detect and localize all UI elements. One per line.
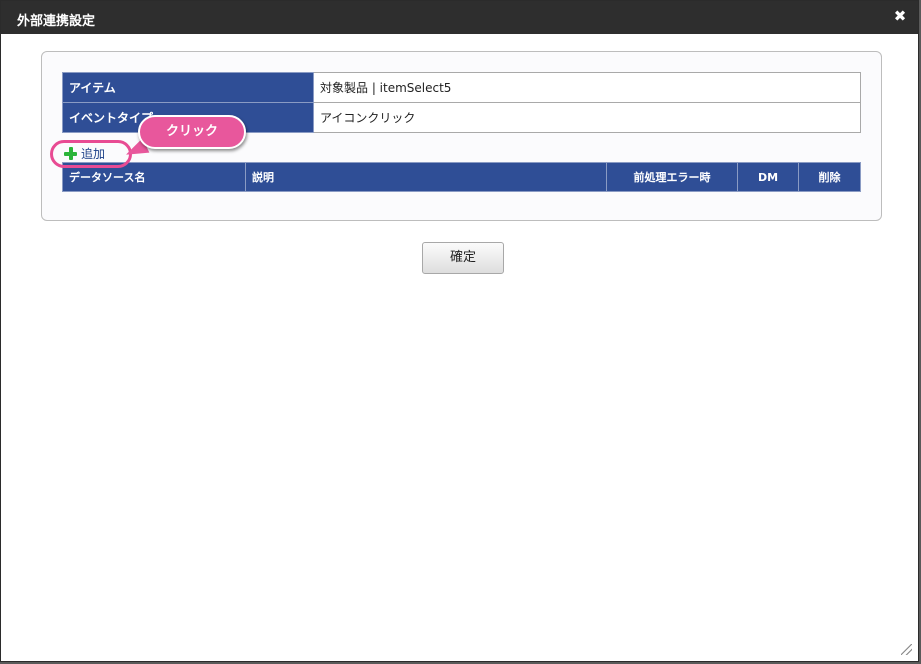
plus-icon bbox=[64, 147, 77, 160]
close-icon[interactable]: ✖ bbox=[891, 7, 909, 25]
datasource-table-header: データソース名 説明 前処理エラー時 DM 削除 bbox=[62, 162, 861, 192]
resize-grip-icon[interactable] bbox=[901, 644, 912, 655]
property-label: アイテム bbox=[62, 72, 314, 103]
column-header-description: 説明 bbox=[245, 162, 607, 192]
datasource-table: データソース名 説明 前処理エラー時 DM 削除 bbox=[62, 162, 861, 192]
property-value: アイコンクリック bbox=[313, 102, 861, 133]
click-callout: クリック bbox=[138, 115, 246, 149]
external-integration-dialog: 外部連携設定 ✖ アイテム 対象製品 | itemSelect5 イベントタイプ… bbox=[0, 0, 919, 662]
dialog-title: 外部連携設定 bbox=[17, 14, 96, 29]
property-row-item: アイテム 対象製品 | itemSelect5 bbox=[62, 72, 861, 103]
column-header-preprocess-error: 前処理エラー時 bbox=[606, 162, 738, 192]
column-header-delete: 削除 bbox=[798, 162, 861, 192]
confirm-button[interactable]: 確定 bbox=[422, 242, 504, 274]
dialog-titlebar[interactable]: 外部連携設定 ✖ bbox=[1, 1, 918, 34]
settings-panel: アイテム 対象製品 | itemSelect5 イベントタイプ アイコンクリック… bbox=[41, 51, 882, 221]
column-header-dm: DM bbox=[737, 162, 799, 192]
property-value: 対象製品 | itemSelect5 bbox=[313, 72, 861, 103]
add-button-label: 追加 bbox=[81, 147, 106, 161]
add-button[interactable]: 追加 bbox=[64, 145, 105, 162]
